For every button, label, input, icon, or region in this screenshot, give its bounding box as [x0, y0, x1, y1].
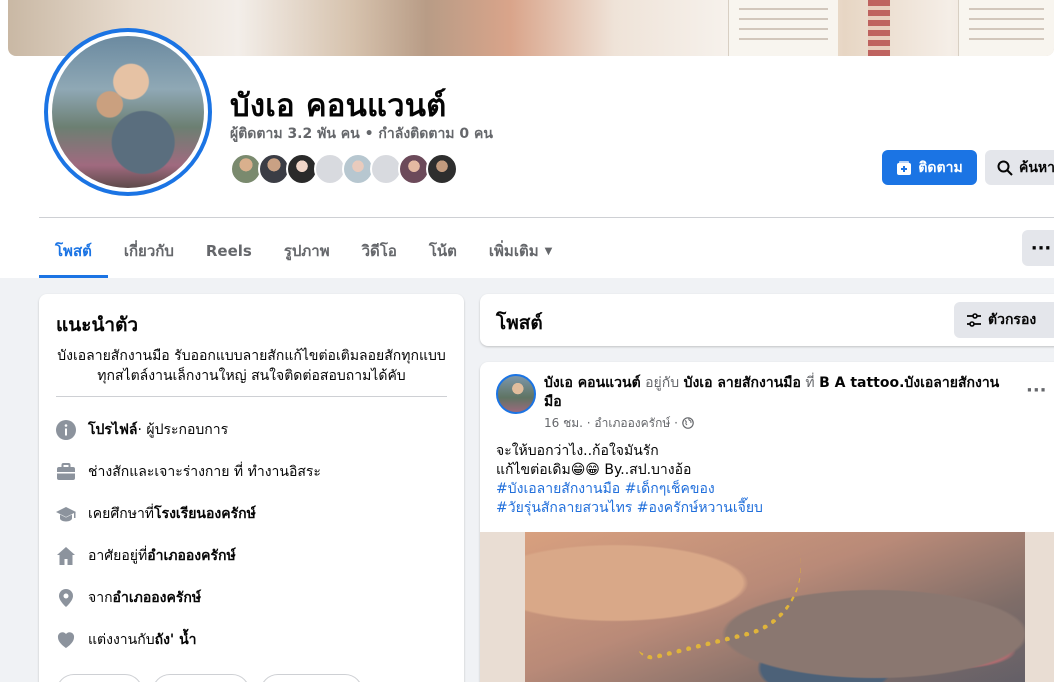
intro-lives-in-link[interactable]: อำเภอองครักษ์: [147, 545, 236, 567]
photo-margin: [1025, 532, 1054, 682]
cover-document-left: [728, 0, 838, 56]
caret-down-icon: ▼: [544, 245, 553, 257]
tab-label: รูปภาพ: [283, 242, 330, 260]
tab-more[interactable]: เพิ่มเติม ▼: [473, 224, 568, 278]
tab-posts[interactable]: โพสต์: [39, 224, 108, 278]
intro-profile-link[interactable]: โปรไฟล์: [88, 419, 137, 441]
follow-button[interactable]: ติดตาม: [882, 150, 977, 185]
intro-row-from: จาก อำเภอองครักษ์: [56, 586, 201, 610]
intro-relationship-prefix: แต่งงานกับ: [88, 632, 155, 648]
posts-header: โพสต์ ตัวกรอง: [480, 294, 1054, 346]
location-pin-icon: [56, 588, 76, 608]
post-location[interactable]: อำเภอองครักษ์: [594, 416, 670, 430]
post-hashtags[interactable]: #วัยรุ่นสักลายสวนไทร #องครักษ์หวานเจี๊ยบ: [496, 499, 1054, 518]
intro-divider: [56, 396, 447, 397]
profile-tabs: โพสต์ เกี่ยวกับ Reels รูปภาพ วิดีโอ โน้ต…: [39, 224, 568, 278]
intro-featured-button[interactable]: [152, 674, 250, 682]
profile-header: บังเอ คอนแวนต์ ผู้ติดตาม 3.2 พัน คน • กำ…: [0, 0, 1054, 278]
search-label: ค้นหา: [1019, 159, 1054, 176]
search-icon: [997, 160, 1013, 176]
tab-notes[interactable]: โน้ต: [413, 224, 473, 278]
post-author-link[interactable]: บังเอ คอนแวนต์: [544, 375, 641, 391]
cover-document-right: [958, 0, 1054, 56]
intro-title: แนะนำตัว: [56, 314, 139, 336]
photo-margin: [480, 532, 525, 682]
post-body: จะให้บอกว่าไง..ก้อใจมันรัก แก้ไขต่อเดิม😁…: [496, 442, 1054, 518]
post-meta: 16 ชม. · อำเภอองครักษ์ ·: [544, 414, 694, 433]
intro-row-lives-in: อาศัยอยู่ที่ อำเภอองครักษ์: [56, 544, 236, 568]
filter-icon: [966, 312, 982, 328]
intro-row-education: เคยศึกษาที่ โรงเรียนองครักษ์: [56, 502, 256, 526]
intro-profile-category: · ผู้ประกอบการ: [137, 422, 229, 438]
intro-education-prefix: เคยศึกษาที่: [88, 506, 155, 522]
intro-featured-button[interactable]: [56, 674, 143, 682]
intro-from-link[interactable]: อำเภอองครักษ์: [113, 587, 202, 609]
tab-photos[interactable]: รูปภาพ: [268, 224, 346, 278]
profile-avatar[interactable]: [44, 28, 212, 196]
tab-label: เกี่ยวกับ: [123, 242, 174, 260]
intro-bio: บังเอลายสักงานมือ รับออกแบบลายสักแก้ไขต่…: [57, 348, 446, 384]
post-tagged-link[interactable]: บังเอ ลายสักงานมือ: [684, 375, 801, 391]
heart-icon: [56, 630, 76, 650]
intro-relationship-link[interactable]: ถัง' น้ำ: [155, 629, 197, 651]
meta-separator: ·: [674, 416, 682, 430]
intro-card: แนะนำตัว บังเอลายสักงานมือ รับออกแบบลายส…: [39, 294, 464, 682]
intro-row-relationship: แต่งงานกับ ถัง' น้ำ: [56, 628, 197, 652]
more-options-button[interactable]: ···: [1022, 230, 1054, 266]
post-with-text: อยู่กับ: [640, 375, 684, 391]
info-icon: [56, 420, 76, 440]
posts-title: โพสต์: [496, 312, 543, 334]
header-divider: [39, 217, 1054, 218]
post-hashtags[interactable]: #บังเอลายสักงานมือ #เด็กๆเช็คของ: [496, 480, 1054, 499]
follow-icon: [896, 160, 912, 176]
post-options-button[interactable]: ···: [1026, 380, 1047, 401]
tab-videos[interactable]: วิดีโอ: [346, 224, 413, 278]
tab-label: โพสต์: [55, 242, 92, 260]
intro-row-work: ช่างสักและเจาะร่างกาย ที่ ทำงานอิสระ: [56, 460, 321, 484]
intro-lives-in-prefix: อาศัยอยู่ที่: [88, 548, 148, 564]
follower-stats[interactable]: ผู้ติดตาม 3.2 พัน คน • กำลังติดตาม 0 คน: [230, 123, 493, 145]
follower-avatars[interactable]: [230, 153, 458, 185]
tab-label: วิดีโอ: [361, 242, 397, 260]
filter-label: ตัวกรอง: [988, 312, 1037, 328]
intro-work-text: ช่างสักและเจาะร่างกาย ที่ ทำงานอิสระ: [88, 464, 321, 480]
search-button[interactable]: ค้นหา: [985, 150, 1054, 185]
intro-education-link[interactable]: โรงเรียนองครักษ์: [154, 503, 256, 525]
ellipsis-icon: ···: [1030, 237, 1052, 259]
intro-row-profile: โปรไฟล์ · ผู้ประกอบการ: [56, 418, 228, 442]
intro-featured-button[interactable]: [260, 674, 363, 682]
post-author-avatar[interactable]: [496, 374, 536, 414]
briefcase-icon: [56, 462, 76, 482]
intro-from-prefix: จาก: [88, 590, 113, 606]
avatar-photo: [52, 36, 204, 188]
post-at-text: ที่: [800, 375, 820, 391]
follow-label: ติดตาม: [918, 159, 963, 176]
home-icon: [56, 546, 76, 566]
globe-icon: [681, 417, 694, 429]
follower-avatar[interactable]: [426, 153, 458, 185]
tab-label: เพิ่มเติม: [488, 242, 539, 260]
post-header: บังเอ คอนแวนต์ อยู่กับ บังเอ ลายสักงานมื…: [544, 374, 1004, 412]
ellipsis-icon: ···: [1026, 380, 1047, 401]
tab-reels[interactable]: Reels: [190, 224, 268, 278]
post-card: บังเอ คอนแวนต์ อยู่กับ บังเอ ลายสักงานมื…: [480, 362, 1054, 682]
filter-button[interactable]: ตัวกรอง: [954, 302, 1054, 338]
post-line: แก้ไขต่อเดิม😁😁 By..สป.บางอ้อ: [496, 462, 692, 478]
graduation-cap-icon: [56, 504, 76, 524]
tab-about[interactable]: เกี่ยวกับ: [108, 224, 190, 278]
post-photo[interactable]: [480, 532, 1054, 682]
cover-pattern: [868, 0, 890, 56]
tab-label: Reels: [205, 242, 252, 260]
tab-label: โน้ต: [428, 242, 457, 260]
post-line: จะให้บอกว่าไง..ก้อใจมันรัก: [496, 443, 659, 459]
post-time[interactable]: 16 ชม.: [544, 416, 583, 430]
